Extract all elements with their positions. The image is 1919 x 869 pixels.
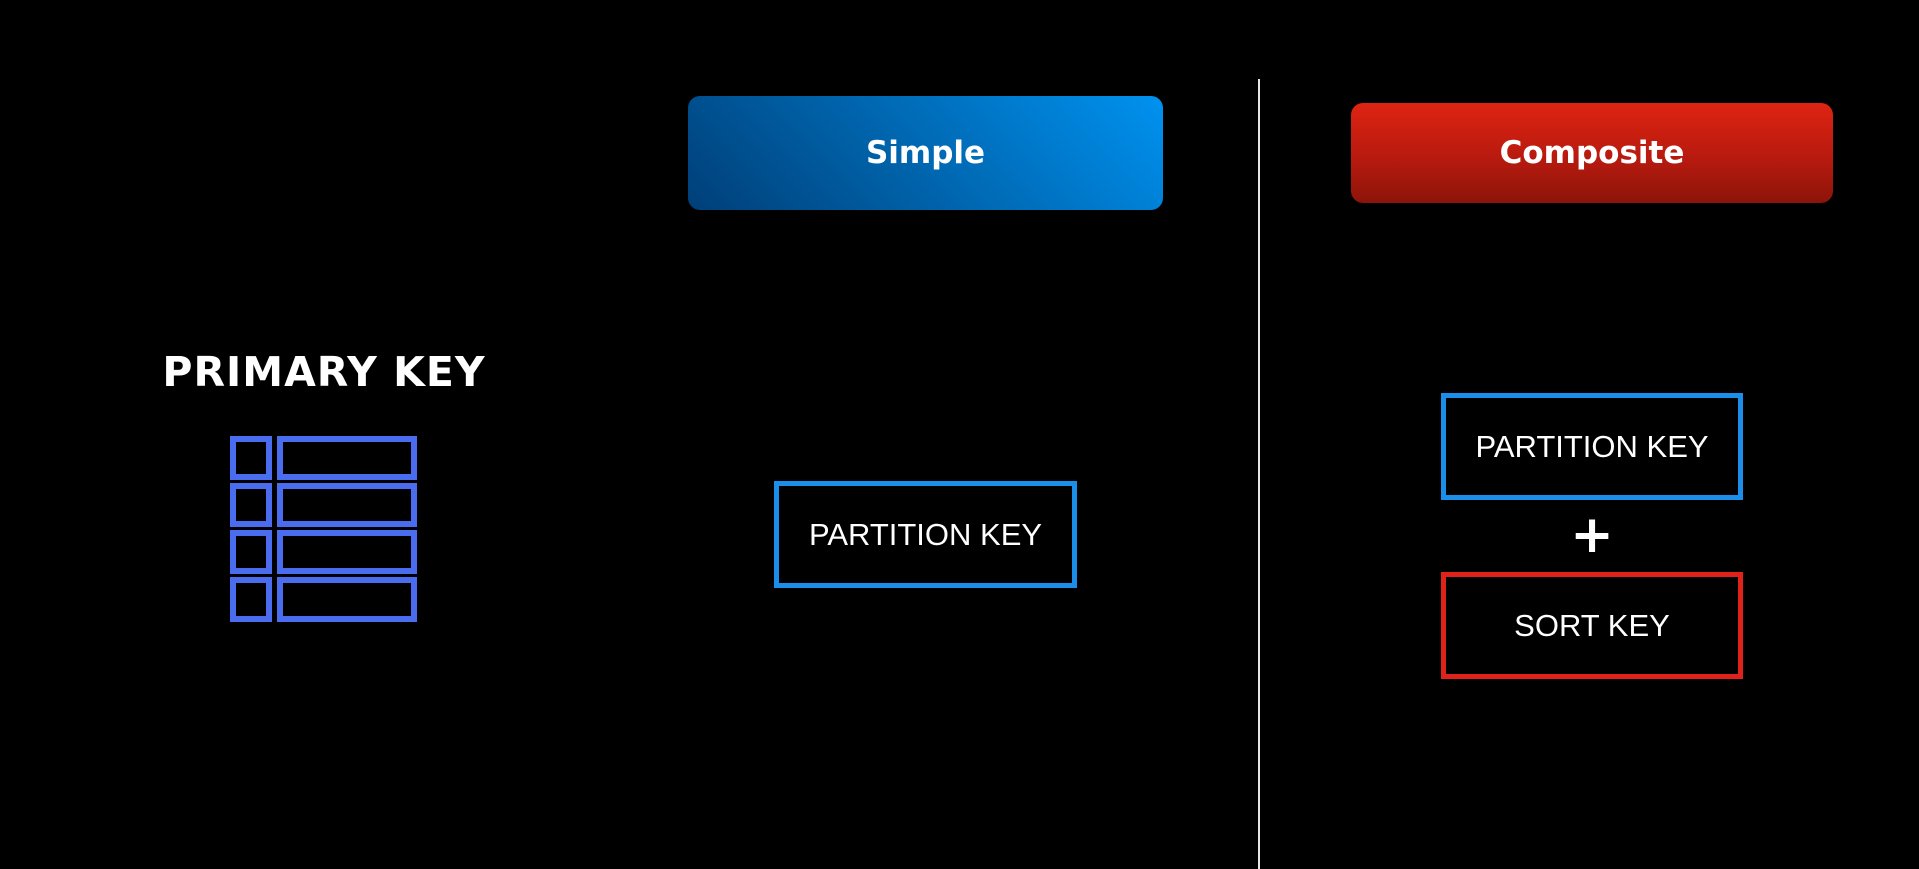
composite-partition-key-label: PARTITION KEY — [1475, 428, 1709, 464]
composite-header: Composite — [1351, 103, 1833, 203]
section-divider — [1258, 79, 1260, 869]
simple-partition-key-box: PARTITION KEY — [774, 481, 1077, 588]
table-rows-icon — [230, 436, 417, 622]
primary-key-title: PRIMARY KEY — [162, 348, 486, 396]
simple-header-label: Simple — [865, 135, 986, 171]
composite-sort-key-box: SORT KEY — [1441, 572, 1743, 679]
plus-sign: + — [1570, 505, 1614, 565]
composite-sort-key-label: SORT KEY — [1514, 607, 1670, 643]
simple-partition-key-label: PARTITION KEY — [808, 516, 1043, 552]
composite-header-label: Composite — [1499, 135, 1685, 171]
simple-header: Simple — [688, 96, 1163, 210]
composite-partition-key-box: PARTITION KEY — [1441, 393, 1743, 500]
